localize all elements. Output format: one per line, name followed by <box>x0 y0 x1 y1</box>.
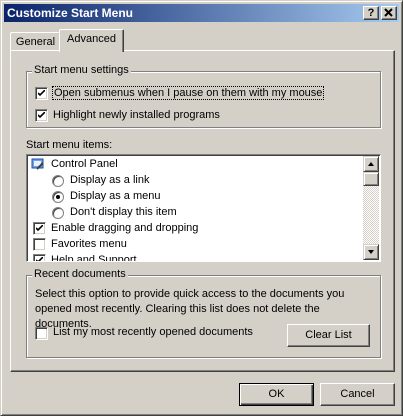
advanced-tab-panel <box>10 50 395 372</box>
ok-button[interactable]: OK <box>239 383 314 406</box>
close-icon <box>384 8 393 17</box>
customize-start-menu-dialog: Customize Start Menu ? General Advanced … <box>0 0 403 416</box>
tab-general[interactable]: General <box>10 32 61 51</box>
tab-advanced[interactable]: Advanced <box>59 29 124 52</box>
tab-general-label: General <box>15 36 56 48</box>
close-button[interactable] <box>381 6 397 20</box>
window-title: Customize Start Menu <box>7 6 134 20</box>
title-bar[interactable]: Customize Start Menu ? <box>4 4 399 22</box>
tab-advanced-label: Advanced <box>67 33 116 45</box>
cancel-button[interactable]: Cancel <box>320 383 395 406</box>
help-button[interactable]: ? <box>363 6 379 20</box>
